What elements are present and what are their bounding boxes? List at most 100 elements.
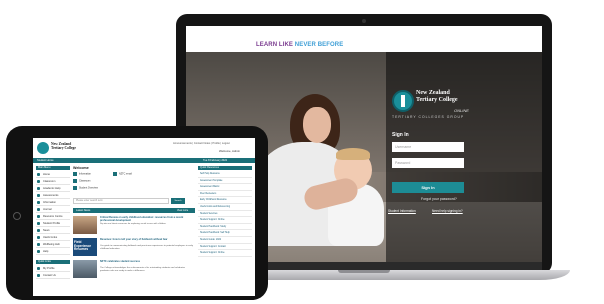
sidebar-item[interactable]: Home: [36, 171, 70, 178]
resource-link-label: Student Support: Contact: [200, 245, 226, 248]
resource-link[interactable]: Student Support: Contact: [198, 244, 252, 251]
menu-item-icon: [37, 236, 40, 239]
menu-item-icon: [37, 194, 40, 197]
menu-item-icon: [37, 180, 40, 183]
portal-top-links[interactable]: Announcements | Contact Notes | Profile …: [173, 142, 230, 145]
resource-link-label: Student Services: [200, 212, 218, 215]
news-thumbnail: [73, 260, 97, 278]
portal-logo-icon: [37, 142, 49, 154]
college-group-label: TERTIARY COLLEGES GROUP: [392, 115, 465, 119]
mini-links: Information NZTC email Classroom Student…: [73, 172, 195, 190]
portal-logo-text: New Zealand Tertiary College: [51, 142, 76, 150]
sidebar-item-label: Home: [43, 173, 50, 176]
mini-link-classroom[interactable]: Classroom: [73, 179, 90, 183]
menu-item-icon: [37, 201, 40, 204]
resource-link[interactable]: Peer Reviewers: [198, 191, 252, 198]
news-headline[interactable]: Critical Review on early childhood educa…: [100, 216, 194, 222]
forgot-password-link[interactable]: Forgot your password?: [421, 197, 457, 201]
resource-link[interactable]: Student Guide: 2022: [198, 237, 252, 244]
quick-resources-panel: Quick Resources Self Help Resource Assess…: [198, 166, 252, 296]
mini-link-information[interactable]: Information: [73, 172, 91, 176]
menu-item-icon: [37, 173, 40, 176]
resource-link-label: Self Help Resource: [200, 173, 220, 175]
sidebar-item-label: Useful Links: [43, 236, 58, 239]
sidebar-heading: Main Menu: [36, 166, 70, 170]
hero-photo-baby-hair: [336, 148, 370, 160]
password-input[interactable]: Password: [392, 158, 464, 168]
college-logo: New Zealand Tertiary College ONLINE TERT…: [392, 90, 476, 119]
sidebar-item[interactable]: Resource Centre: [36, 213, 70, 220]
sidebar-item[interactable]: News: [36, 227, 70, 234]
sidebar-item[interactable]: Useful Links: [36, 234, 70, 241]
portal-navbar-date: Tue 8 February 2022: [203, 159, 228, 162]
sidebar-menu: Home Classroom Academic Help Assessments Inf…: [36, 171, 70, 255]
sidebar-heading-quick-links: Quick Links: [36, 260, 70, 264]
sidebar-quick-link[interactable]: My Profile: [36, 265, 70, 272]
menu-item-icon: [37, 208, 40, 211]
resource-link-label: Assessment Template: [200, 179, 223, 182]
resource-link-label: Student Support: Online: [200, 219, 225, 222]
resource-link[interactable]: Self Help Resource: [198, 171, 252, 178]
news-headline[interactable]: Resumes: how to tell your story of field…: [100, 238, 194, 241]
news-item[interactable]: Field Experience Resumes Resumes: how to…: [73, 237, 195, 258]
mini-link-email[interactable]: NZTC email: [113, 172, 132, 176]
sidebar-item[interactable]: Classroom: [36, 178, 70, 185]
resource-link[interactable]: Student Handbook: Study: [198, 224, 252, 231]
sidebar-item[interactable]: Journal: [36, 206, 70, 213]
resource-link[interactable]: Useful Links and Referencing: [198, 204, 252, 211]
resource-link-label: Peer Reviewers: [200, 192, 217, 195]
sidebar-item[interactable]: Wellbeing Hub: [36, 241, 70, 248]
resource-link[interactable]: Student Handbook: Self Help: [198, 230, 252, 237]
tagline-part-1: LEARN LIKE: [256, 42, 293, 48]
resource-link[interactable]: Student Support: Online: [198, 250, 252, 257]
search-input[interactable]: Please enter search term: [73, 198, 169, 204]
sidebar-item-label: Classroom: [43, 180, 56, 183]
news-item[interactable]: NZTC celebrates student success The Coll…: [73, 259, 195, 280]
resource-link[interactable]: Assessment Matrix: [198, 184, 252, 191]
resource-link[interactable]: Assessment Template: [198, 178, 252, 185]
portal-sidebar: Main Menu Home Classroom Academic Help Asse…: [36, 166, 70, 296]
resource-link-label: Student Support: Online: [200, 252, 225, 255]
mini-link-student-overview[interactable]: Student Overview: [73, 186, 98, 190]
sidebar-item[interactable]: Information: [36, 199, 70, 206]
signin-button[interactable]: Sign In: [392, 182, 464, 193]
overview-icon: [73, 186, 77, 190]
sidebar-item-label: Help: [43, 250, 49, 253]
portal-main: Welcome Information NZTC email Classroom…: [73, 166, 195, 296]
news-headline[interactable]: NZTC celebrates student success: [100, 260, 194, 263]
information-icon: [73, 172, 77, 176]
sidebar-item[interactable]: Academic Help: [36, 185, 70, 192]
sidebar-item[interactable]: Assessments: [36, 192, 70, 199]
tablet-screen: New Zealand Tertiary College Announcemen…: [33, 138, 255, 296]
device-mockup: LEARN LIKE NEVER BEFORE New Zealand Tert…: [0, 0, 604, 304]
student-information-link[interactable]: Student Information: [388, 209, 416, 213]
username-input[interactable]: Username: [392, 142, 464, 152]
view-more-link[interactable]: View more: [177, 208, 188, 213]
news-item[interactable]: Critical Review on early childhood educa…: [73, 215, 195, 236]
menu-item-icon: [37, 229, 40, 232]
menu-item-icon: [37, 215, 40, 218]
sidebar-item-label: Student Profile: [43, 222, 61, 225]
resource-link[interactable]: Student Support: Online: [198, 217, 252, 224]
news-body: The College acknowledges the achievement…: [100, 267, 186, 272]
latest-news-bar: Latest News View more: [73, 208, 195, 213]
need-help-link[interactable]: Need help signing in?: [432, 209, 463, 213]
resource-link-label: Early Childhood Resource: [200, 199, 227, 202]
sidebar-item-label: Wellbeing Hub: [43, 243, 60, 246]
sidebar-quick-link-label: My Profile: [43, 267, 55, 270]
sidebar-item-label: News: [43, 229, 50, 232]
resource-link[interactable]: Student Services: [198, 211, 252, 218]
sidebar-quick-link[interactable]: Contact Us: [36, 272, 70, 279]
sidebar-quick-links: My Profile Contact Us: [36, 265, 70, 279]
news-thumbnail: [73, 216, 97, 234]
sidebar-item[interactable]: Student Profile: [36, 220, 70, 227]
sidebar-item[interactable]: Help: [36, 248, 70, 255]
signin-title: Sign In: [392, 132, 409, 138]
search-button[interactable]: Search: [171, 198, 185, 204]
portal-navbar: Student Home Tue 8 February 2022: [33, 158, 255, 163]
college-emblem-icon: [392, 90, 414, 112]
sidebar-item-label: Academic Help: [43, 187, 61, 190]
menu-item-icon: [37, 243, 40, 246]
menu-item-icon: [37, 267, 40, 270]
resource-link[interactable]: Early Childhood Resource: [198, 197, 252, 204]
